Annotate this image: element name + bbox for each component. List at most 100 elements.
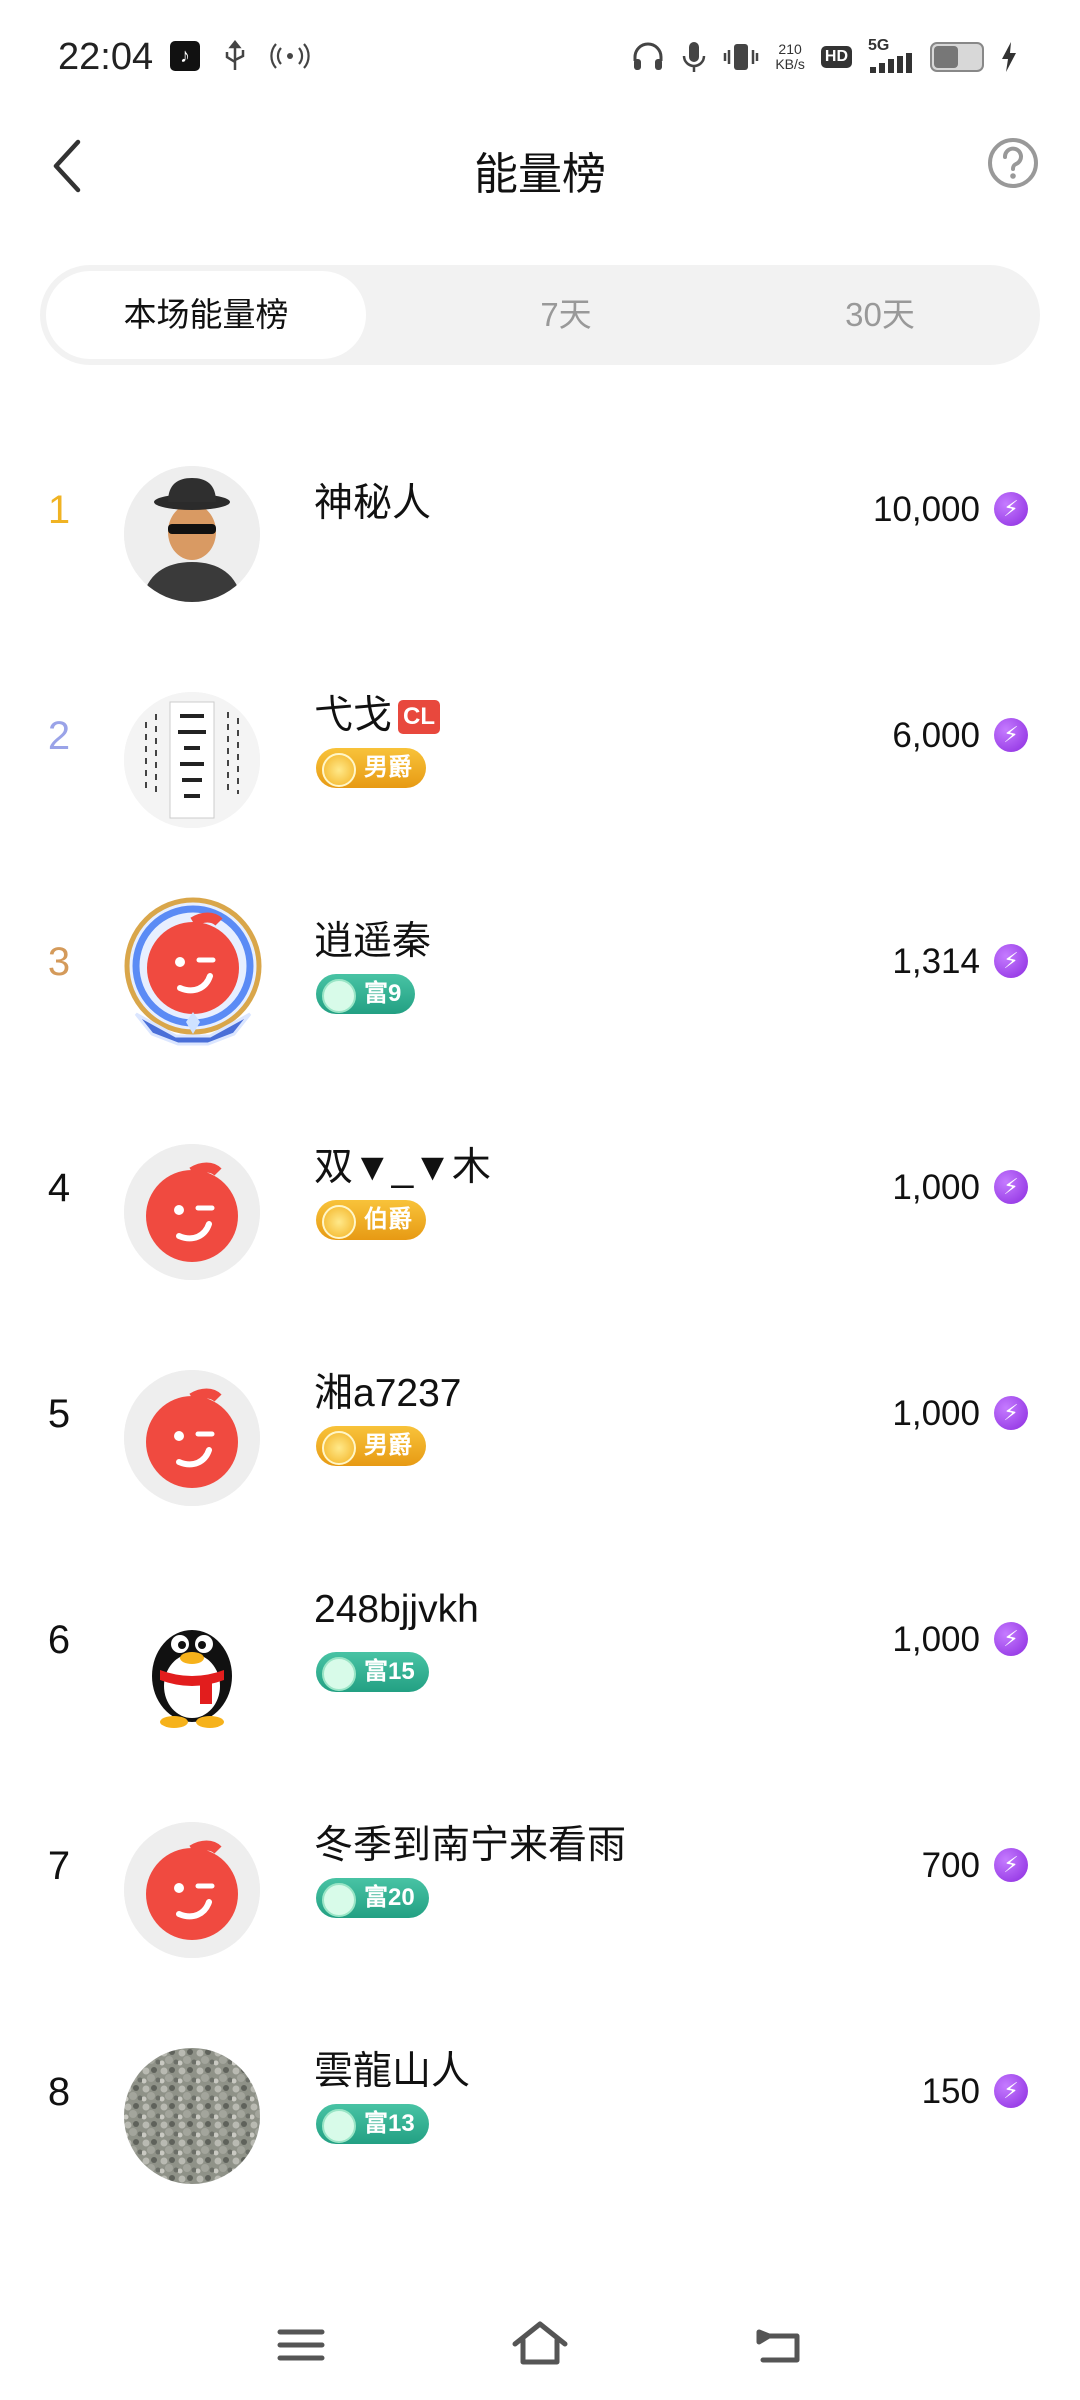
- default-avatar-icon: [124, 1144, 260, 1280]
- ranking-row[interactable]: 4 双▼_▼木 伯爵 1,000 ⚡: [0, 1118, 1080, 1344]
- hd-badge: HD: [820, 46, 852, 68]
- rank-badge: 富9: [316, 974, 416, 1014]
- badge-label: 富20: [364, 1884, 415, 1911]
- rank-number: 2: [47, 714, 71, 758]
- lightning-icon: ⚡: [994, 2074, 1028, 2108]
- rank-badge: 富20: [316, 1878, 429, 1918]
- user-name: 雲龍山人: [314, 2050, 471, 2093]
- lightning-icon: ⚡: [994, 492, 1028, 526]
- lightning-icon: ⚡: [994, 1622, 1028, 1656]
- lightning-icon: ⚡: [994, 1848, 1028, 1882]
- energy-score: 700: [921, 1846, 980, 1885]
- lightning-icon: ⚡: [994, 718, 1028, 752]
- mic-icon: [683, 42, 706, 72]
- cl-emoji-tag: CL: [398, 700, 441, 734]
- wealth-badge-icon: [322, 2109, 356, 2143]
- lightning-icon: ⚡: [994, 1170, 1028, 1204]
- calligraphy-avatar-icon: [124, 692, 260, 828]
- net-speed-value: 210: [778, 41, 802, 57]
- avatar[interactable]: [124, 692, 260, 828]
- ranking-row[interactable]: 2 弋戈 CL 男爵 6,000 ⚡: [0, 666, 1080, 892]
- menu-icon: [277, 2329, 325, 2361]
- usb-icon: [225, 40, 245, 70]
- badge-label: 男爵: [364, 754, 412, 781]
- rank-number: 1: [47, 488, 71, 532]
- system-nav-bar: [0, 2290, 1080, 2400]
- rank-badge: 男爵: [316, 748, 426, 788]
- user-name: 弋戈: [314, 694, 393, 737]
- badge-label: 男爵: [364, 1432, 412, 1459]
- badge-label: 富9: [364, 980, 402, 1007]
- tab-current-session[interactable]: 本场能量榜: [46, 271, 366, 359]
- rank-badge: 富13: [316, 2104, 429, 2144]
- help-button[interactable]: [986, 136, 1040, 190]
- penguin-avatar-icon: [124, 1596, 260, 1732]
- top-bar: 能量榜: [0, 120, 1080, 210]
- energy-score: 150: [921, 2072, 980, 2111]
- status-bar: 22:04 ♪ 210 KB/s HD 5G: [0, 0, 1080, 120]
- home-button[interactable]: [505, 2310, 575, 2380]
- wealth-badge-icon: [322, 1883, 356, 1917]
- badge-label: 伯爵: [364, 1206, 412, 1233]
- tab-30-days[interactable]: 30天: [720, 271, 1040, 359]
- rank-badge: 男爵: [316, 1426, 426, 1466]
- rank-badge: 富15: [316, 1652, 429, 1692]
- avatar[interactable]: [116, 896, 270, 1050]
- energy-score: 1,000: [892, 1168, 980, 1207]
- badge-label: 富15: [364, 1658, 415, 1685]
- page-title: 能量榜: [474, 150, 606, 199]
- avatar[interactable]: [124, 1144, 260, 1280]
- avatar[interactable]: [124, 2048, 260, 2184]
- battery-icon: [930, 42, 984, 72]
- user-name: 湘a7237: [314, 1372, 462, 1415]
- menu-button[interactable]: [266, 2310, 336, 2380]
- wealth-badge-icon: [322, 1657, 356, 1691]
- rank-badge: 伯爵: [316, 1200, 426, 1240]
- noble-badge-icon: [322, 753, 356, 787]
- rank-number: 4: [47, 1166, 71, 1210]
- ranking-row[interactable]: 3 逍遥秦 富9 1,314 ⚡: [0, 892, 1080, 1118]
- user-name: 冬季到南宁来看雨: [314, 1824, 627, 1867]
- energy-score: 1,000: [892, 1394, 980, 1433]
- hotspot-icon: [270, 43, 310, 69]
- noble-badge-icon: [322, 1431, 356, 1465]
- vibrate-icon: [724, 44, 759, 70]
- user-name: 248bjjvkh: [314, 1588, 479, 1631]
- user-name: 双▼_▼木: [314, 1146, 491, 1189]
- status-time: 22:04: [58, 36, 154, 78]
- rank-number: 7: [47, 1844, 71, 1888]
- ranking-row[interactable]: 1 神秘人 10,000 ⚡: [0, 440, 1080, 666]
- headphones-icon: [633, 42, 663, 70]
- energy-score: 6,000: [892, 716, 980, 755]
- back-icon: [756, 2329, 800, 2363]
- avatar[interactable]: [124, 1596, 260, 1732]
- wealth-badge-icon: [322, 979, 356, 1013]
- avatar[interactable]: [124, 1370, 260, 1506]
- badge-label: 富13: [364, 2110, 415, 2137]
- back-nav-button[interactable]: [745, 2310, 815, 2380]
- net-speed-unit: KB/s: [775, 56, 805, 72]
- ranking-row[interactable]: 7 冬季到南宁来看雨 富20 700 ⚡: [0, 1796, 1080, 2022]
- energy-score: 1,314: [892, 942, 980, 981]
- rank-number: 5: [47, 1392, 71, 1436]
- rank-number: 8: [47, 2070, 71, 2114]
- question-icon: [988, 138, 1038, 188]
- avatar[interactable]: [124, 1822, 260, 1958]
- avatar[interactable]: [124, 466, 260, 602]
- user-name: 逍遥秦: [314, 920, 432, 963]
- signal-icon: 5G: [868, 37, 914, 73]
- lightning-icon: ⚡: [994, 944, 1028, 978]
- lightning-icon: ⚡: [994, 1396, 1028, 1430]
- period-tabs: 本场能量榜 7天 30天: [40, 265, 1040, 365]
- rank-number: 3: [47, 940, 71, 984]
- default-avatar-icon: [124, 1822, 260, 1958]
- energy-score: 1,000: [892, 1620, 980, 1659]
- ranking-row[interactable]: 6 248bjjvkh 富15 1,000 ⚡: [0, 1570, 1080, 1796]
- default-avatar-framed-icon: [124, 897, 262, 1046]
- ranking-row[interactable]: 8 雲龍山人 富13 150 ⚡: [0, 2022, 1080, 2248]
- user-name: 神秘人: [314, 482, 432, 525]
- gravel-photo-avatar-icon: [124, 2048, 260, 2184]
- default-avatar-icon: [124, 1370, 260, 1506]
- ranking-row[interactable]: 5 湘a7237 男爵 1,000 ⚡: [0, 1344, 1080, 1570]
- tab-7-days[interactable]: 7天: [396, 271, 736, 359]
